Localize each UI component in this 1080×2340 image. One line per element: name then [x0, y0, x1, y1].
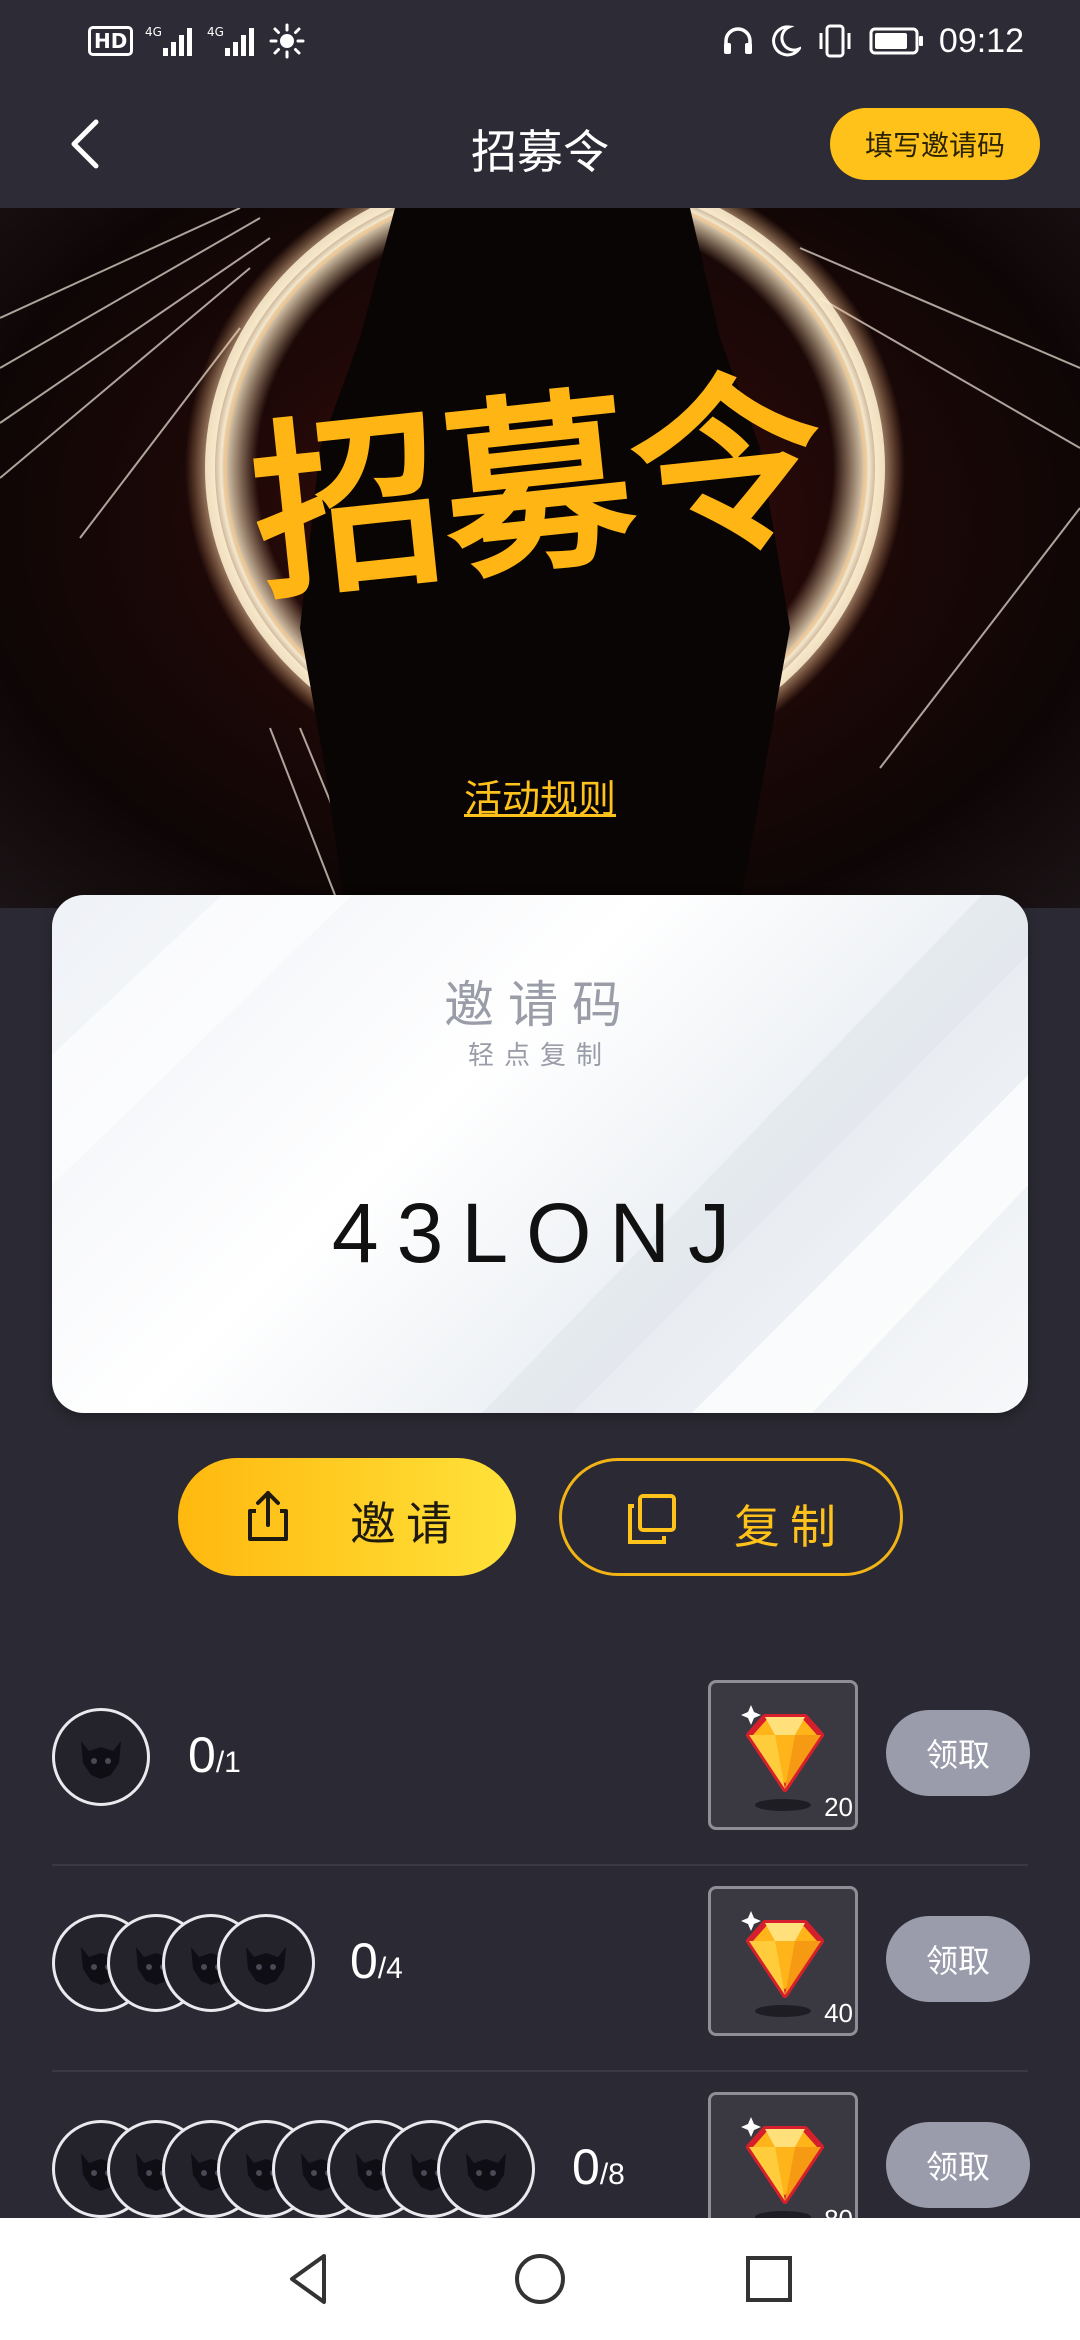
battery-icon [869, 27, 923, 55]
invite-button-label: 邀请 [350, 1497, 462, 1551]
sim1-label: 4G [145, 25, 162, 39]
progress-current: 0 [572, 2139, 600, 2195]
hero-banner: 招募令 活动规则 [0, 208, 1080, 908]
app-header: 招募令 填写邀请码 [0, 80, 1080, 208]
invite-code-value[interactable]: 43LONJ [52, 1185, 1028, 1282]
sim2-label: 4G [207, 25, 224, 39]
signal-icon-2: 4G [207, 25, 255, 56]
activity-rules-link[interactable]: 活动规则 [0, 768, 1080, 823]
reward-row-1: 0/1 20 领取 [52, 1660, 1030, 1866]
vibrate-icon [819, 24, 851, 58]
hd-badge: HD [88, 26, 134, 56]
headphones-icon [723, 27, 752, 54]
copy-button[interactable]: 复制 [559, 1458, 903, 1576]
progress-count: 0/8 [572, 2138, 625, 2196]
system-nav-bar [0, 2218, 1080, 2340]
copy-button-label: 复制 [734, 1500, 846, 1554]
claim-button[interactable]: 领取 [886, 2122, 1030, 2208]
gem-reward: 20 [708, 1680, 858, 1830]
card-subtitle: 轻点复制 [467, 1041, 612, 1071]
progress-target: /1 [215, 1746, 241, 1779]
status-left: HD 4G 4G [88, 18, 305, 64]
progress-current: 0 [350, 1933, 378, 1989]
progress-target: /4 [377, 1952, 403, 1985]
progress-count: 0/4 [350, 1932, 403, 1990]
signal-icon: 4G [145, 25, 193, 56]
gem-count: 20 [824, 1792, 853, 1822]
reward-row-4: 0/4 40 领取 [52, 1866, 1030, 2072]
avatar [52, 1708, 150, 1806]
invite-code-card[interactable]: 邀请码 轻点复制 43LONJ [52, 895, 1028, 1413]
progress-target: /8 [599, 2158, 625, 2191]
gem-reward: 40 [708, 1886, 858, 2036]
invite-button[interactable]: 邀请 [178, 1458, 516, 1576]
share-icon [248, 1491, 288, 1541]
fill-invite-code-button[interactable]: 填写邀请码 [830, 108, 1040, 180]
card-title: 邀请码 [444, 976, 636, 1034]
triangle-back-icon[interactable] [276, 2246, 342, 2312]
progress-current: 0 [188, 1727, 216, 1783]
clock: 09:12 [938, 21, 1024, 60]
status-right: 09:12 [721, 18, 1024, 64]
claim-button[interactable]: 领取 [886, 1710, 1030, 1796]
avatar [437, 2120, 535, 2218]
status-bar: HD 4G 4G 09:12 [0, 0, 1080, 80]
avatar [217, 1914, 315, 2012]
gem-count: 40 [824, 1998, 853, 2028]
copy-icon [628, 1494, 676, 1544]
circle-home-icon[interactable] [507, 2246, 573, 2312]
square-recents-icon[interactable] [736, 2246, 802, 2312]
progress-count: 0/1 [188, 1726, 241, 1784]
app-root: HD 4G 4G 09:12 招募令 填写邀请码 招募令 活动规则 邀请码 轻点… [0, 0, 1080, 2340]
moon-icon [772, 25, 801, 57]
claim-button[interactable]: 领取 [886, 1916, 1030, 2002]
brightness-icon [269, 23, 305, 59]
